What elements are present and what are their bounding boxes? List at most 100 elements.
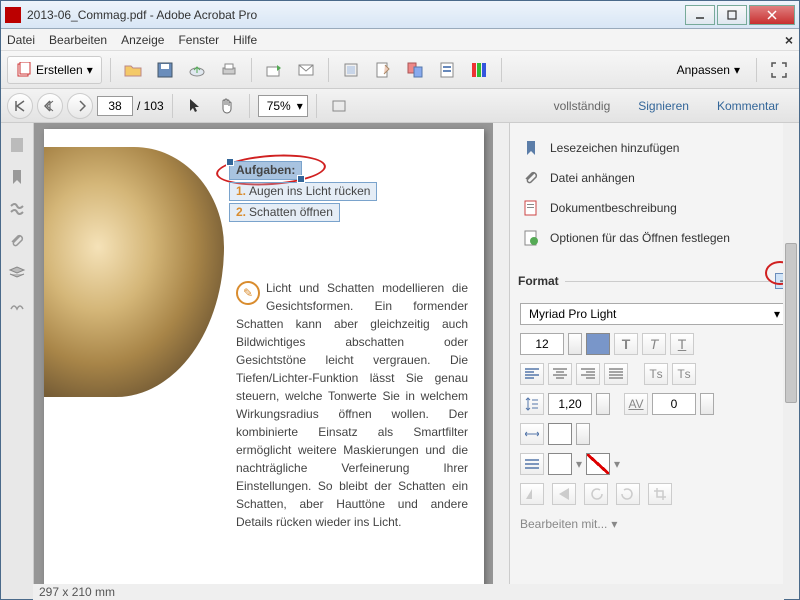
rotate-cw-button[interactable] [616,483,640,505]
tab-sign[interactable]: Signieren [624,93,703,119]
flip-v-icon [557,487,571,501]
fill-color-swatch[interactable] [548,453,572,475]
form-icon [438,61,456,79]
stroke-color-swatch[interactable] [586,453,610,475]
tool-more[interactable] [325,92,353,120]
font-size-spinner[interactable] [568,333,582,355]
nav-toolbar: / 103 75%▾ vollständig Signieren Komment… [1,89,799,123]
maximize-button[interactable] [717,5,747,25]
align-justify-icon [609,368,623,380]
fullscreen-button[interactable] [765,56,793,84]
flip-h-icon [525,487,539,501]
page-number-input[interactable] [97,96,133,116]
zoom-select[interactable]: 75%▾ [258,95,308,117]
bookmarks-button[interactable] [5,165,29,189]
flip-h-button[interactable] [520,483,544,505]
align-left-icon [525,368,539,380]
customize-button[interactable]: Anpassen ▾ [669,63,748,77]
close-button[interactable] [749,5,795,25]
left-nav-rail [1,123,34,599]
edit-button[interactable] [369,56,397,84]
next-page-button[interactable] [67,93,93,119]
thumbnails-button[interactable] [5,133,29,157]
app-icon [5,7,21,23]
tags-icon [8,200,26,218]
panel-add-bookmark[interactable]: Lesezeichen hinzufügen [518,133,791,163]
close-doc-button[interactable]: × [785,32,793,48]
first-page-button[interactable] [7,93,33,119]
flip-v-button[interactable] [552,483,576,505]
text-color-swatch[interactable] [586,333,610,355]
text-box[interactable]: 1. Augen ins Licht rücken [229,182,377,201]
horiz-scale-button[interactable] [520,423,544,445]
line-spacing-button[interactable] [520,393,544,415]
align-justify-button[interactable] [604,363,628,385]
menu-edit[interactable]: Bearbeiten [49,33,107,47]
align-center-button[interactable] [548,363,572,385]
menu-bar: Datei Bearbeiten Anzeige Fenster Hilfe × [1,29,799,51]
align-right-button[interactable] [576,363,600,385]
line-spacing-spinner[interactable] [596,393,610,415]
cloud-button[interactable] [183,56,211,84]
hand-icon [218,97,236,115]
hand-tool[interactable] [213,92,241,120]
save-button[interactable] [151,56,179,84]
subscript-button[interactable]: Ts [672,363,696,385]
font-size-input[interactable]: 12 [520,333,564,355]
char-spacing-button[interactable]: AV [624,393,648,415]
chevron-down-icon: ▾ [611,517,617,531]
form-button[interactable] [433,56,461,84]
share-button[interactable] [260,56,288,84]
align-center-icon [553,368,567,380]
line-spacing-input[interactable]: 1,20 [548,393,592,415]
create-button[interactable]: Erstellen ▾ [7,56,102,84]
superscript-button[interactable]: Ts [644,363,668,385]
line-spacing-icon [525,397,539,411]
signatures-button[interactable] [5,293,29,317]
select-tool[interactable] [181,92,209,120]
scale-value[interactable] [548,423,572,445]
align-left-button[interactable] [520,363,544,385]
panel-attach-file[interactable]: Datei anhängen [518,163,791,193]
print-button[interactable] [215,56,243,84]
panel-open-options[interactable]: Optionen für das Öffnen festlegen [518,223,791,253]
font-family-select[interactable]: Myriad Pro Light▾ [520,303,789,325]
edit-with-button[interactable]: Bearbeiten mit... ▾ [520,513,789,535]
document-area[interactable]: Aufgaben: 1. Augen ins Licht rücken 2. S… [34,123,509,599]
char-spacing-input[interactable]: 0 [652,393,696,415]
menu-view[interactable]: Anzeige [121,33,164,47]
attachments-button[interactable] [5,229,29,253]
prev-page-button[interactable] [37,93,63,119]
menu-file[interactable]: Datei [7,33,35,47]
rotate-ccw-button[interactable] [584,483,608,505]
page-image [44,147,224,397]
combine-icon [406,61,424,79]
menu-window[interactable]: Fenster [178,33,219,47]
selected-text-box[interactable]: Aufgaben: [229,161,302,180]
minimize-button[interactable] [685,5,715,25]
stroke-button[interactable] [520,453,544,475]
color-icon [470,61,488,79]
color-button[interactable] [465,56,493,84]
vertical-scrollbar[interactable] [493,123,509,599]
tab-full[interactable]: vollständig [540,93,625,119]
combine-button[interactable] [401,56,429,84]
panel-scrollbar[interactable] [783,123,799,599]
page-total: / 103 [137,99,164,113]
bold-button[interactable]: T [614,333,638,355]
layers-button[interactable] [5,261,29,285]
tags-button[interactable] [5,197,29,221]
tab-comment[interactable]: Kommentar [703,93,793,119]
text-box[interactable]: 2. Schatten öffnen [229,203,340,222]
panel-doc-description[interactable]: Dokumentbeschreibung [518,193,791,223]
menu-help[interactable]: Hilfe [233,33,257,47]
char-spacing-spinner[interactable] [700,393,714,415]
underline-button[interactable]: T [670,333,694,355]
crop-button[interactable] [648,483,672,505]
scale-spinner[interactable] [576,423,590,445]
italic-button[interactable]: T [642,333,666,355]
folder-icon [124,61,142,79]
email-button[interactable] [292,56,320,84]
open-button[interactable] [119,56,147,84]
scan-button[interactable] [337,56,365,84]
